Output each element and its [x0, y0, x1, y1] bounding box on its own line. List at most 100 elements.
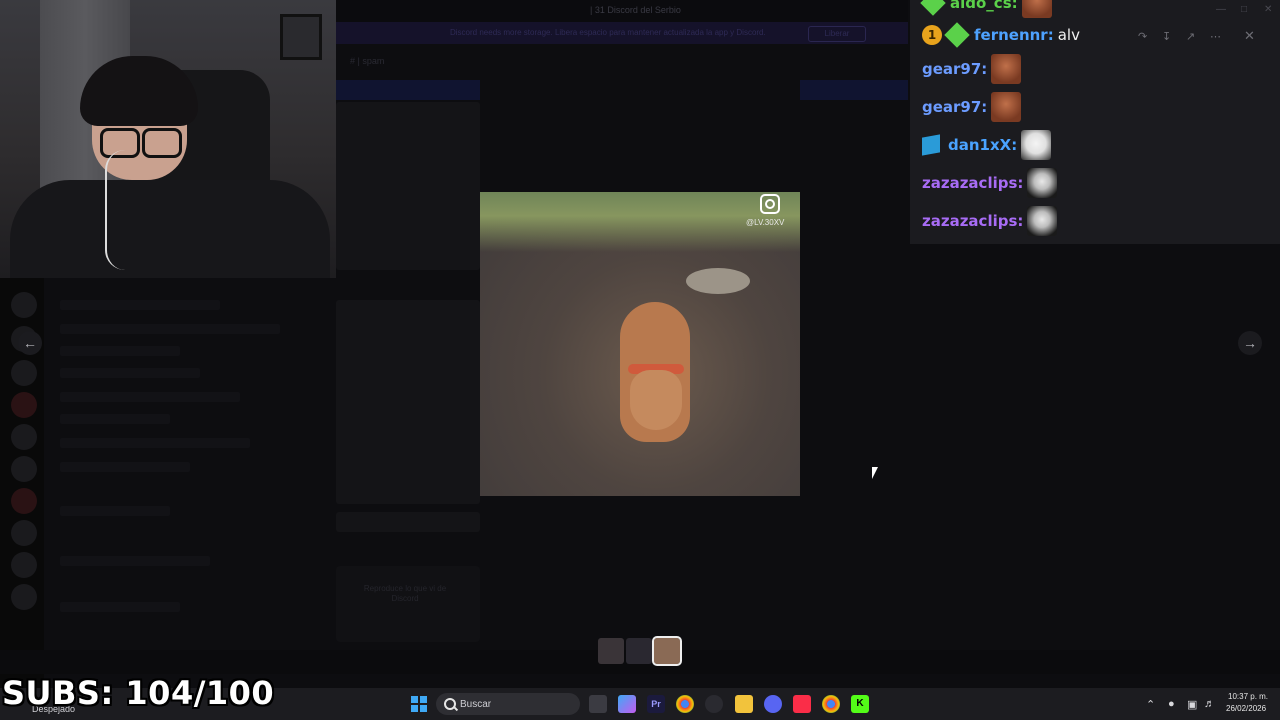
server-icon[interactable]	[11, 292, 37, 318]
task-view-icon[interactable]	[589, 695, 607, 713]
instagram-icon	[760, 194, 780, 214]
file-explorer-icon[interactable]	[735, 695, 753, 713]
server-icon[interactable]	[11, 392, 37, 418]
maximize-icon[interactable]: □	[1241, 4, 1247, 15]
face-emote-icon	[991, 92, 1022, 122]
channel-row[interactable]	[60, 346, 180, 356]
chat-message: 1 fernennr: alv	[922, 20, 1080, 50]
media-thumbnail[interactable]	[626, 638, 652, 664]
channel-row[interactable]	[60, 462, 190, 472]
kick-icon[interactable]: K	[851, 695, 869, 713]
volume-icon[interactable]: ♬	[1204, 698, 1215, 710]
channel-row[interactable]	[60, 368, 200, 378]
media-dog-head	[630, 370, 682, 430]
chrome-profile-icon[interactable]	[822, 695, 840, 713]
app-title: | 31 Discord del Serbio	[590, 5, 681, 15]
webcam-earbud-wire	[105, 150, 147, 270]
webcam-wall-frame	[280, 14, 322, 60]
webcam-person-body	[10, 180, 330, 278]
windows-start-icon[interactable]	[411, 696, 427, 712]
server-icon[interactable]	[11, 488, 37, 514]
channel-row[interactable]	[60, 438, 250, 448]
gem-badge-icon	[944, 22, 970, 48]
storage-banner-text: Discord needs more storage. Libera espac…	[450, 28, 766, 37]
chat-username: gear97:	[922, 60, 988, 78]
subs-counter: SUBS: 104/100	[2, 674, 275, 712]
instagram-handle: @LV.30XV	[746, 218, 785, 227]
discord-icon[interactable]	[764, 695, 782, 713]
network-icon[interactable]: ▣	[1187, 698, 1197, 711]
close-window-icon[interactable]: ✕	[1264, 4, 1272, 15]
next-arrow-icon[interactable]: →	[1238, 331, 1262, 355]
message-caption-card	[336, 566, 480, 642]
music-icon[interactable]	[793, 695, 811, 713]
chat-username: gear97:	[922, 98, 988, 116]
obs-icon[interactable]	[705, 695, 723, 713]
server-icon[interactable]	[11, 360, 37, 386]
tray-overflow-icon[interactable]: ⌃	[1146, 698, 1155, 711]
dog-emote-icon	[1021, 130, 1052, 160]
channel-row[interactable]	[60, 392, 240, 402]
channel-row[interactable]	[60, 300, 220, 310]
message-image	[336, 300, 480, 504]
mouse-cursor-icon	[872, 467, 878, 479]
taskbar-search-box[interactable]	[436, 693, 580, 715]
channel-row[interactable]	[60, 602, 180, 612]
tier-1-badge-icon: 1	[922, 25, 942, 45]
media-thumbnail-selected[interactable]	[652, 636, 682, 666]
more-options-icon[interactable]: ⋯	[1210, 30, 1221, 43]
forward-icon[interactable]: ↷	[1138, 30, 1147, 43]
gem-badge-icon	[920, 0, 946, 16]
webcam-feed	[0, 0, 336, 278]
server-icon[interactable]	[11, 520, 37, 546]
clock-date[interactable]: 26/02/2026	[1226, 704, 1266, 713]
server-icon[interactable]	[11, 424, 37, 450]
channel-row[interactable]	[60, 324, 280, 334]
media-thumbnail[interactable]	[598, 638, 624, 664]
channel-header: # | spam	[350, 56, 385, 66]
open-external-icon[interactable]: ↗	[1186, 30, 1195, 43]
server-icon[interactable]	[11, 456, 37, 482]
face-emote-icon	[1021, 0, 1052, 18]
premiere-pro-icon[interactable]: Pr	[647, 695, 665, 713]
chat-message: zazazaclips:	[922, 206, 1058, 236]
chat-message: zazazaclips:	[922, 168, 1058, 198]
chat-username: zazazaclips:	[922, 212, 1024, 230]
channel-row[interactable]	[60, 506, 170, 516]
pinned-bar-right	[800, 80, 908, 100]
copilot-icon[interactable]	[618, 695, 636, 713]
cat-emote-icon	[1027, 168, 1058, 198]
storage-banner-button[interactable]: Liberar	[808, 26, 866, 42]
face-emote-icon	[991, 54, 1022, 84]
media-viewer-image[interactable]: @LV.30XV	[480, 192, 800, 496]
chat-username: aldo_cs:	[950, 0, 1018, 12]
chat-username: zazazaclips:	[922, 174, 1024, 192]
message-image	[336, 102, 480, 270]
webcam-glasses-right	[142, 128, 182, 158]
server-icon[interactable]	[11, 584, 37, 610]
microphone-icon[interactable]: ●	[1168, 698, 1175, 710]
chat-message: gear97:	[922, 54, 1022, 84]
chat-message: aldo_cs:	[920, 0, 1052, 18]
channel-row[interactable]	[60, 414, 170, 424]
message-embed	[336, 512, 480, 532]
search-icon	[444, 698, 456, 710]
close-viewer-icon[interactable]: ✕	[1244, 28, 1255, 44]
chat-username: fernennr:	[974, 26, 1054, 44]
media-bowl	[686, 268, 750, 294]
download-icon[interactable]: ↧	[1162, 30, 1171, 43]
chat-message: gear97:	[922, 92, 1022, 122]
previous-arrow-icon[interactable]: ←	[18, 331, 42, 355]
taskbar-search-placeholder: Buscar	[460, 699, 492, 710]
chat-text: alv	[1057, 26, 1080, 44]
channel-row[interactable]	[60, 556, 210, 566]
chat-message: dan1xX:	[922, 130, 1052, 160]
minimize-icon[interactable]: —	[1216, 4, 1226, 15]
server-icon[interactable]	[11, 552, 37, 578]
clock-time[interactable]: 10:37 p. m.	[1228, 692, 1268, 701]
cube-badge-icon	[922, 134, 940, 156]
cat-emote-icon	[1027, 206, 1058, 236]
chrome-icon[interactable]	[676, 695, 694, 713]
chat-username: dan1xX:	[948, 136, 1018, 154]
pinned-bar-left	[336, 80, 480, 100]
